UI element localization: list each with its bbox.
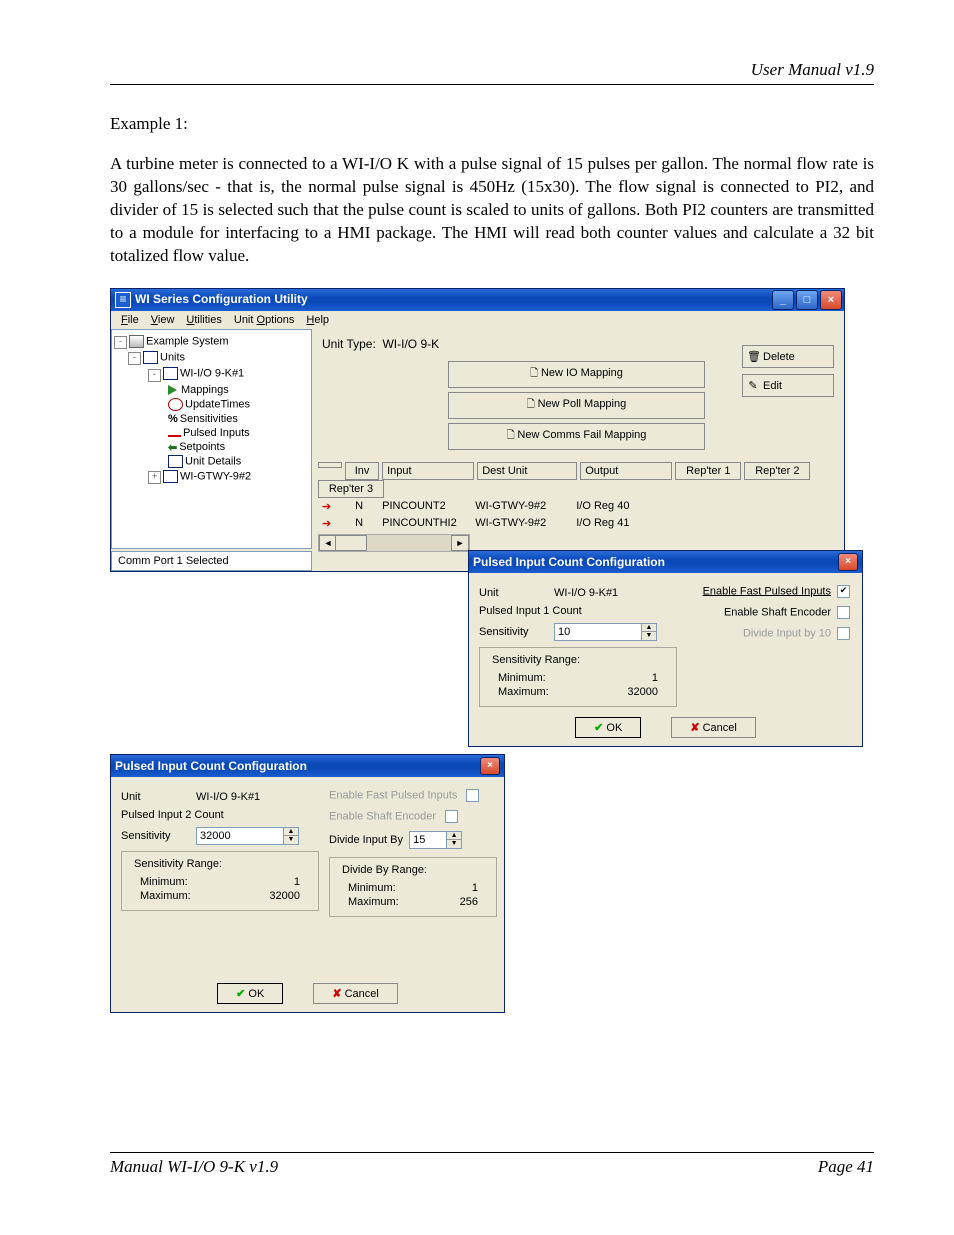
menu-file[interactable]: File <box>117 313 143 327</box>
dlg2-unit-value: WI-I/O 9-K#1 <box>196 791 276 803</box>
th-dest[interactable]: Dest Unit <box>477 462 577 480</box>
menu-view[interactable]: View <box>147 313 179 327</box>
tree-pulsed-inputs[interactable]: Pulsed Inputs <box>114 426 309 440</box>
dlg1-unit-label: Unit <box>479 587 554 599</box>
dlg1-sens-label: Sensitivity <box>479 626 554 638</box>
dialog2-close-button[interactable]: × <box>480 757 500 775</box>
dlg1-divide-label: Divide Input by 10 <box>743 627 831 639</box>
footer: Manual WI-I/O 9-K v1.9 Page 41 <box>110 1144 874 1177</box>
app-window: ≡WI Series Configuration Utility _ □ × F… <box>110 288 845 572</box>
close-button[interactable]: × <box>820 290 842 310</box>
table-row[interactable]: ➔ N PINCOUNT2 WI-GTWY-9#2 I/O Reg 40 <box>318 498 838 515</box>
dlg2-shaft-encoder-label: Enable Shaft Encoder <box>329 810 436 822</box>
dialog1-close-button[interactable]: × <box>838 553 858 571</box>
tree-updatetimes[interactable]: UpdateTimes <box>114 397 309 412</box>
menu-utilities[interactable]: Utilities <box>182 313 225 327</box>
dlg2-divide-input[interactable] <box>409 831 447 849</box>
example-paragraph: A turbine meter is connected to a WI-I/O… <box>110 153 874 268</box>
dialog-pulsed-input-2: Pulsed Input Count Configuration × UnitW… <box>110 754 505 1013</box>
dlg2-shaft-encoder-checkbox <box>445 810 458 823</box>
tree-node-wiio[interactable]: -WI-I/O 9-K#1 <box>114 366 309 382</box>
mapping-table: Inv Input Dest Unit Output Rep'ter 1 Rep… <box>318 462 838 552</box>
edit-icon: ✎ <box>747 379 759 392</box>
dlg1-shaft-encoder-checkbox[interactable] <box>837 606 850 619</box>
trash-icon: 🗑 <box>747 350 759 363</box>
dlg1-sensitivity-stepper[interactable]: ▲▼ <box>554 623 657 641</box>
menu-help[interactable]: Help <box>302 313 333 327</box>
dlg2-divide-range-group: Divide By Range: Minimum:1 Maximum:256 <box>329 857 497 917</box>
th-output[interactable]: Output <box>580 462 672 480</box>
titlebar: ≡WI Series Configuration Utility _ □ × <box>111 289 844 311</box>
tree-unit-details[interactable]: Unit Details <box>114 454 309 469</box>
dlg2-unit-label: Unit <box>121 791 196 803</box>
scroll-thumb[interactable] <box>335 535 367 551</box>
arrow-icon: ➔ <box>318 515 340 532</box>
th-input[interactable]: Input <box>382 462 474 480</box>
app-title: ≡WI Series Configuration Utility <box>115 292 308 308</box>
dialog2-titlebar: Pulsed Input Count Configuration × <box>111 755 504 777</box>
arrow-icon: ➔ <box>318 498 340 515</box>
th-rep1[interactable]: Rep'ter 1 <box>675 462 741 480</box>
dlg1-fast-pulsed-label: Enable Fast Pulsed Inputs <box>703 585 831 597</box>
th-rep2[interactable]: Rep'ter 2 <box>744 462 810 480</box>
header-right: User Manual v1.9 <box>110 60 874 80</box>
horizontal-scrollbar[interactable]: ◄ ► <box>318 534 470 552</box>
dlg2-divide-stepper[interactable]: ▲▼ <box>409 831 462 849</box>
tree-root[interactable]: -Example System <box>114 334 309 350</box>
spin-down-icon[interactable]: ▼ <box>642 632 656 640</box>
dlg2-divide-label: Divide Input By <box>329 834 403 846</box>
tree-units[interactable]: -Units <box>114 350 309 366</box>
menubar: File View Utilities Unit Options Help <box>111 311 844 329</box>
spin-down-icon[interactable]: ▼ <box>447 840 461 848</box>
new-comms-fail-mapping-button[interactable]: New Comms Fail Mapping <box>448 423 705 450</box>
status-bar: Comm Port 1 Selected <box>111 551 312 571</box>
dlg2-fast-pulsed-label: Enable Fast Pulsed Inputs <box>329 789 457 801</box>
dlg2-sensitivity-stepper[interactable]: ▲▼ <box>196 827 299 845</box>
dlg2-sens-label: Sensitivity <box>121 830 196 842</box>
tree-mappings[interactable]: Mappings <box>114 383 309 397</box>
dialog-pulsed-input-1: Pulsed Input Count Configuration × UnitW… <box>468 550 863 747</box>
dlg1-unit-value: WI-I/O 9-K#1 <box>554 587 634 599</box>
footer-right: Page 41 <box>818 1157 874 1177</box>
table-row[interactable]: ➔ N PINCOUNTHI2 WI-GTWY-9#2 I/O Reg 41 <box>318 515 838 532</box>
dlg2-cancel-button[interactable]: ✘ Cancel <box>313 983 398 1004</box>
dlg2-input-label: Pulsed Input 2 Count <box>121 809 224 821</box>
spin-up-icon[interactable]: ▲ <box>447 832 461 841</box>
example-heading: Example 1: <box>110 113 874 136</box>
maximize-button[interactable]: □ <box>796 290 818 310</box>
th-rep3[interactable]: Rep'ter 3 <box>318 480 384 498</box>
dlg1-fast-pulsed-checkbox[interactable] <box>837 585 850 598</box>
dlg1-shaft-encoder-label: Enable Shaft Encoder <box>724 606 831 618</box>
spin-down-icon[interactable]: ▼ <box>284 836 298 844</box>
edit-button[interactable]: ✎Edit <box>742 374 834 397</box>
tree-node-gtwy[interactable]: +WI-GTWY-9#2 <box>114 469 309 485</box>
new-io-mapping-button[interactable]: New IO Mapping <box>448 361 705 388</box>
minimize-button[interactable]: _ <box>772 290 794 310</box>
dlg2-sens-range-group: Sensitivity Range: Minimum:1 Maximum:320… <box>121 851 319 911</box>
footer-left: Manual WI-I/O 9-K v1.9 <box>110 1157 278 1177</box>
dlg2-fast-pulsed-checkbox <box>466 789 479 802</box>
dlg1-sensitivity-input[interactable] <box>554 623 642 641</box>
dialog1-titlebar: Pulsed Input Count Configuration × <box>469 551 862 573</box>
spin-up-icon[interactable]: ▲ <box>642 624 656 633</box>
dlg2-sensitivity-input[interactable] <box>196 827 284 845</box>
spin-up-icon[interactable]: ▲ <box>284 828 298 837</box>
dlg1-sens-range-group: Sensitivity Range: Minimum:1 Maximum:320… <box>479 647 677 707</box>
delete-button[interactable]: 🗑Delete <box>742 345 834 368</box>
th-inv[interactable]: Inv <box>345 462 379 480</box>
screenshot-area: ≡WI Series Configuration Utility _ □ × F… <box>110 288 858 988</box>
scroll-right-icon[interactable]: ► <box>451 535 469 551</box>
dlg2-ok-button[interactable]: ✔ OK <box>217 983 283 1004</box>
dlg1-ok-button[interactable]: ✔ OK <box>575 717 641 738</box>
dlg1-cancel-button[interactable]: ✘ Cancel <box>671 717 756 738</box>
tree-setpoints[interactable]: ⬅Setpoints <box>114 440 309 454</box>
tree-sensitivities[interactable]: %Sensitivities <box>114 412 309 426</box>
dlg1-input-label: Pulsed Input 1 Count <box>479 605 582 617</box>
dlg1-divide-checkbox <box>837 627 850 640</box>
new-poll-mapping-button[interactable]: New Poll Mapping <box>448 392 705 419</box>
header-rule <box>110 84 874 85</box>
menu-unit-options[interactable]: Unit Options <box>230 313 299 327</box>
tree-panel: -Example System -Units -WI-I/O 9-K#1 Map… <box>111 329 312 549</box>
